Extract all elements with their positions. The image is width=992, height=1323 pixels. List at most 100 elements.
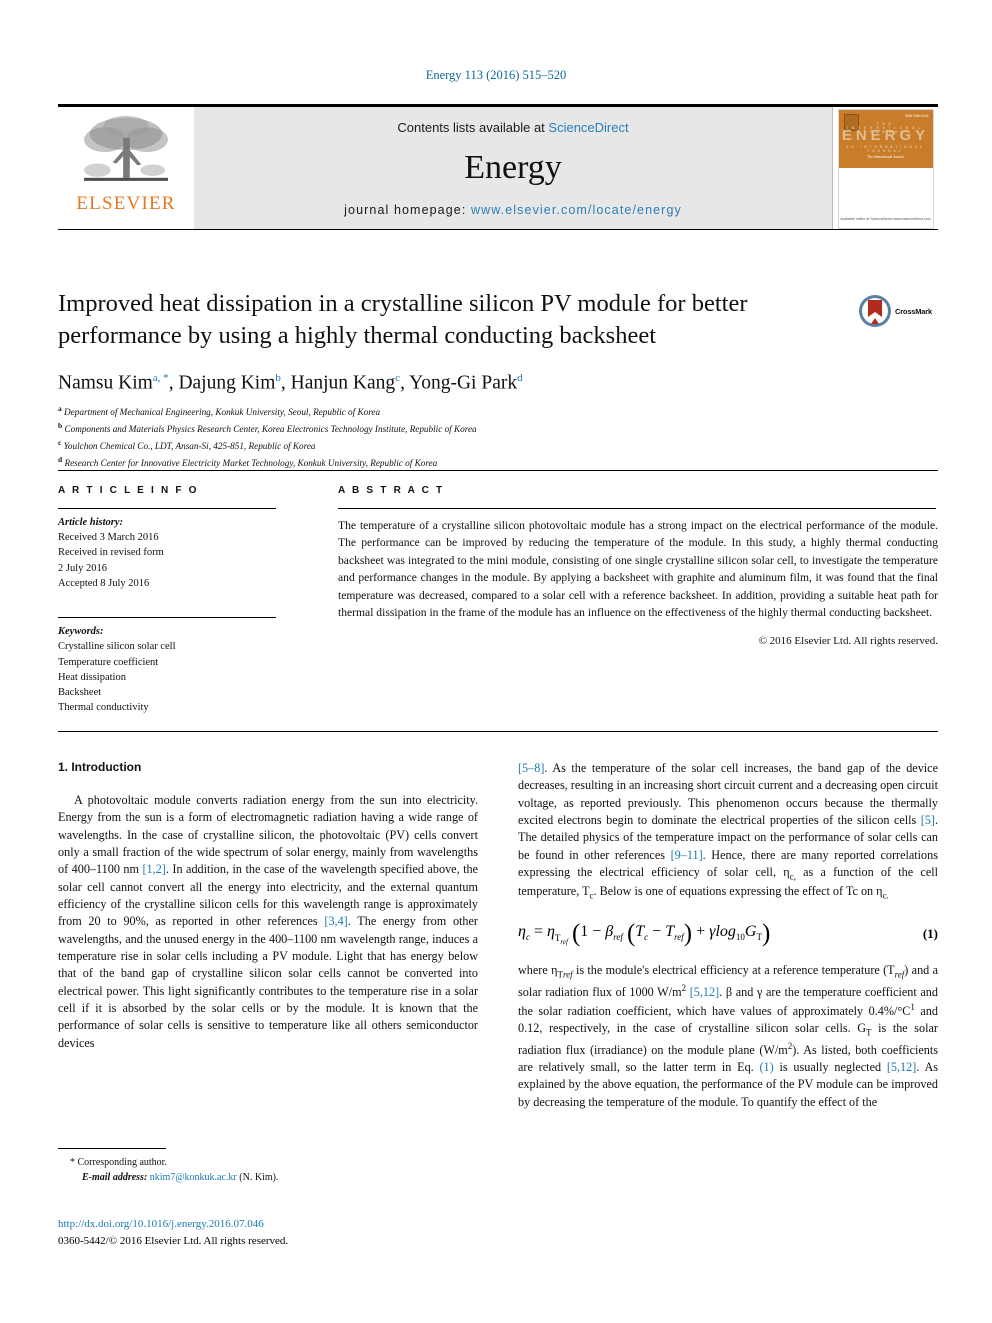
- article-info-heading: A R T I C L E I N F O: [58, 485, 199, 496]
- email-label: E-mail address:: [82, 1172, 148, 1183]
- affiliation-item: c Youlchon Chemical Co., LDT, Ansan-Si, …: [58, 437, 938, 454]
- keywords-block: Keywords: Crystalline silicon solar cell…: [58, 617, 338, 715]
- author-name-3: Yong-Gi Park: [409, 372, 518, 394]
- cover-issn: ISSN 0360-5442: [904, 114, 929, 118]
- affiliation-text-1: Components and Materials Physics Researc…: [64, 424, 477, 435]
- history-item: Received in revised form: [58, 547, 164, 559]
- intro-paragraph-right: [5–8]. As the temperature of the solar c…: [518, 761, 939, 901]
- right-text-e: . Below is one of equations expressing t…: [593, 884, 883, 899]
- affiliation-item: b Components and Materials Physics Resea…: [58, 420, 938, 437]
- article-info-column: A R T I C L E I N F O Article history: R…: [58, 485, 338, 715]
- keywords-label: Keywords:: [58, 626, 104, 638]
- author-sup-2[interactable]: c: [395, 372, 400, 384]
- affiliation-mark-3: d: [58, 455, 63, 465]
- article-info-rule: [58, 508, 276, 509]
- crossmark-icon: [859, 295, 891, 327]
- post-eq-b: is the module's electrical efficiency at…: [572, 963, 895, 978]
- email-link[interactable]: nkim7@konkuk.ac.kr: [150, 1172, 237, 1183]
- affiliation-mark-0: a: [58, 404, 62, 414]
- doi-link[interactable]: http://dx.doi.org/10.1016/j.energy.2016.…: [58, 1218, 264, 1230]
- equation-1-number: (1): [922, 926, 938, 942]
- citation-ref-9-11[interactable]: [9–11]: [671, 848, 703, 862]
- cover-top-band: ISSN 0360-5442 THE INTERNATIONAL JOURNAL…: [838, 110, 933, 168]
- crossmark-badge[interactable]: CrossMark: [858, 288, 938, 334]
- email-suffix: (N. Kim).: [239, 1172, 279, 1183]
- contents-prefix: Contents lists available at: [397, 119, 549, 135]
- sciencedirect-link[interactable]: ScienceDirect: [548, 120, 628, 135]
- abstract-column: A B S T R A C T The temperature of a cry…: [338, 485, 938, 715]
- author-name-0: Namsu Kim: [58, 372, 153, 394]
- citation-ref-5-12[interactable]: [5,12]: [690, 985, 719, 999]
- section-heading-introduction: 1. Introduction: [58, 760, 142, 774]
- doi-block: http://dx.doi.org/10.1016/j.energy.2016.…: [58, 1216, 488, 1249]
- issn-copyright-line: 0360-5442/© 2016 Elsevier Ltd. All right…: [58, 1234, 289, 1247]
- email-note: E-mail address: nkim7@konkuk.ac.kr (N. K…: [58, 1170, 478, 1185]
- author-sup-3[interactable]: d: [517, 372, 523, 384]
- author-sup-0[interactable]: a, *: [153, 372, 169, 384]
- running-head: Energy 113 (2016) 515–520: [425, 68, 567, 82]
- title-block: Improved heat dissipation in a crystalli…: [58, 288, 938, 471]
- citation-ref-1-2[interactable]: [1,2]: [143, 862, 166, 876]
- author-sup-1[interactable]: b: [275, 372, 281, 384]
- journal-masthead: ELSEVIER Contents lists available at Sci…: [58, 104, 938, 230]
- affiliation-text-0: Department of Mechanical Engineering, Ko…: [64, 407, 381, 418]
- citation-ref-5[interactable]: [5]: [921, 813, 935, 827]
- contents-available-line: Contents lists available at ScienceDirec…: [397, 120, 628, 135]
- journal-homepage-line: journal homepage: www.elsevier.com/locat…: [344, 203, 682, 217]
- intro-paragraph-left: A photovoltaic module converts radiation…: [58, 792, 478, 1052]
- affiliation-text-2: Youlchon Chemical Co., LDT, Ansan-Si, 42…: [63, 441, 316, 452]
- post-eq-a: where η: [518, 963, 558, 978]
- keywords-rule: [58, 617, 276, 619]
- keyword-item: Backsheet: [58, 686, 102, 698]
- history-item: Accepted 8 July 2016: [58, 577, 150, 589]
- elsevier-logo: ELSEVIER: [58, 107, 194, 229]
- author-list: Namsu Kima, *, Dajung Kimb, Hanjun Kangc…: [58, 371, 523, 394]
- article-history: Article history: Received 3 March 2016 R…: [58, 515, 338, 591]
- keyword-item: Thermal conductivity: [58, 702, 149, 714]
- post-eq-h: is usually neglected: [773, 1059, 887, 1074]
- affiliation-mark-2: c: [58, 438, 62, 448]
- journal-homepage-link[interactable]: www.elsevier.com/locate/energy: [471, 203, 682, 217]
- history-item: 2 July 2016: [58, 562, 108, 574]
- author-name-1: Dajung Kim: [178, 372, 276, 394]
- corresponding-author-note: * Corresponding author.: [70, 1157, 167, 1168]
- journal-title: Energy: [464, 148, 562, 186]
- elsevier-tree-icon: [84, 115, 168, 181]
- footnote-rule: [58, 1148, 166, 1149]
- body-column-left: 1. Introduction A photovoltaic module co…: [58, 760, 478, 1052]
- info-abstract-band: A R T I C L E I N F O Article history: R…: [58, 470, 938, 733]
- affiliation-mark-1: b: [58, 421, 63, 431]
- abstract-rule: [338, 508, 936, 509]
- journal-cover-cell: ISSN 0360-5442 THE INTERNATIONAL JOURNAL…: [832, 107, 938, 229]
- journal-cover-thumbnail[interactable]: ISSN 0360-5442 THE INTERNATIONAL JOURNAL…: [837, 109, 934, 229]
- abstract-text: The temperature of a crystalline silicon…: [338, 519, 938, 619]
- abstract-heading: A B S T R A C T: [338, 485, 445, 496]
- citation-ref-5-12-b[interactable]: [5,12]: [887, 1060, 916, 1074]
- affiliation-item: a Department of Mechanical Engineering, …: [58, 403, 938, 420]
- cover-bottom-area: Available online at ScienceDirect www.sc…: [838, 168, 933, 228]
- elsevier-wordmark: ELSEVIER: [76, 193, 176, 214]
- footnote-block: * Corresponding author. E-mail address: …: [58, 1148, 478, 1185]
- post-equation-paragraph: where ηTref is the module's electrical e…: [518, 963, 939, 1109]
- paper-page: Energy 113 (2016) 515–520 ELSEVIER Conte…: [0, 0, 992, 1323]
- history-item: Received 3 March 2016: [58, 532, 159, 544]
- cover-bottom-labels: AN INTERNATIONAL JOURNAL: [846, 145, 925, 153]
- citation-ref-5-8[interactable]: [5–8]: [518, 761, 544, 775]
- affiliation-item: d Research Center for Innovative Electri…: [58, 454, 938, 471]
- author-name-2: Hanjun Kang: [290, 372, 396, 394]
- keyword-item: Crystalline silicon solar cell: [58, 641, 176, 653]
- article-history-label: Article history:: [58, 517, 124, 528]
- affiliation-text-3: Research Center for Innovative Electrici…: [64, 458, 438, 469]
- intro-text-c: . The energy from other wavelengths, and…: [58, 914, 478, 1050]
- right-text-a: . As the temperature of the solar cell i…: [518, 761, 938, 827]
- citation-ref-3-4[interactable]: [3,4]: [324, 914, 347, 928]
- keyword-item: Temperature coefficient: [58, 656, 159, 668]
- cover-tagline: The International Journal: [867, 155, 904, 159]
- equation-1: ηc = ηTref (1 − βref (Tc − Tref) + γlog1…: [518, 920, 938, 948]
- body-column-right: [5–8]. As the temperature of the solar c…: [518, 760, 938, 1111]
- cover-wordmark: ENERGY: [841, 127, 930, 144]
- citation-ref-eq1[interactable]: (1): [760, 1060, 774, 1074]
- keyword-item: Heat dissipation: [58, 671, 126, 683]
- cover-publisher-footer: Available online at ScienceDirect www.sc…: [840, 216, 931, 221]
- equation-1-body: ηc = ηTref (1 − βref (Tc − Tref) + γlog1…: [518, 920, 771, 948]
